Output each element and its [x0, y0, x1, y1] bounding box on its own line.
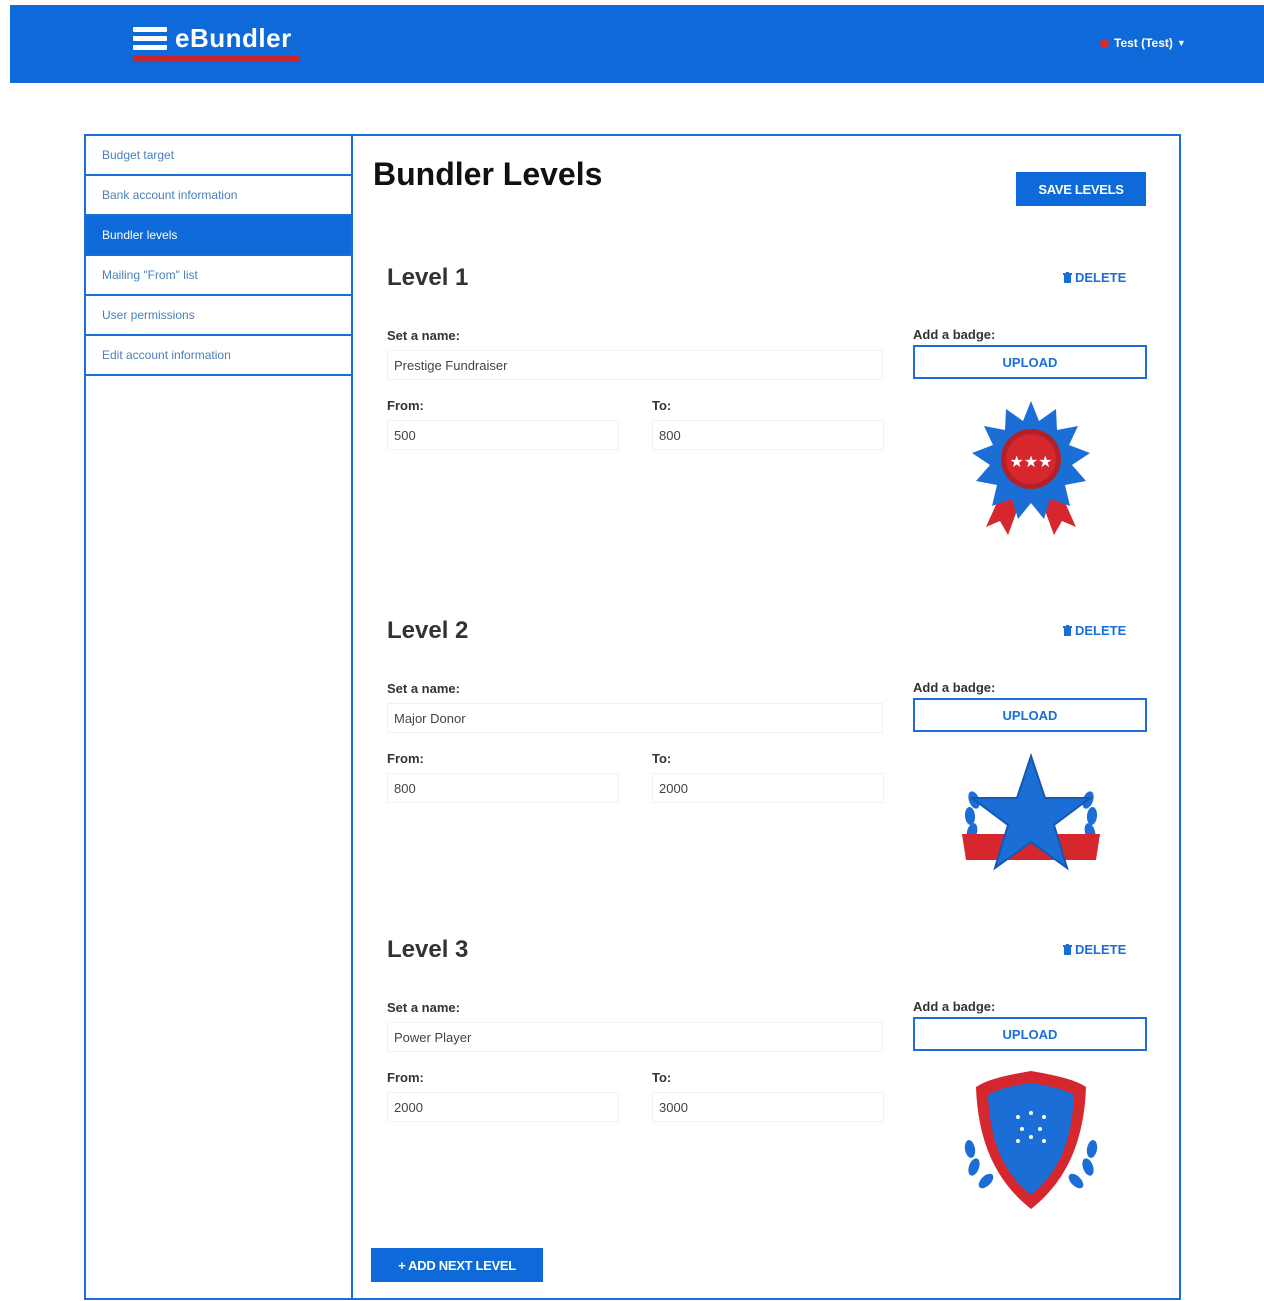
- delete-label: DELETE: [1075, 623, 1127, 638]
- menu-icon: [133, 26, 167, 51]
- delete-level-button[interactable]: DELETE: [1063, 623, 1126, 638]
- star-laurel-icon: [962, 752, 1100, 871]
- app-name: eBundler: [175, 23, 292, 53]
- ribbon-medal-icon: ★★★: [972, 401, 1090, 535]
- from-label: From:: [387, 751, 424, 766]
- from-input[interactable]: [387, 420, 619, 450]
- to-label: To:: [652, 1070, 672, 1085]
- sidebar-item-bank-account[interactable]: Bank account information: [86, 176, 351, 216]
- level-card: Level 2 DELETE Set a name: From: To: Add…: [371, 603, 1163, 933]
- logo-underline: [133, 56, 299, 61]
- main-content: Bundler Levels SAVE LEVELS Level 1 DELET…: [355, 136, 1179, 1298]
- page-title: Bundler Levels: [373, 156, 603, 192]
- app-logo[interactable]: eBundler: [133, 23, 292, 54]
- delete-label: DELETE: [1075, 942, 1127, 957]
- to-label: To:: [652, 751, 672, 766]
- sidebar-item-budget-target[interactable]: Budget target: [86, 136, 351, 176]
- badge-label: Add a badge:: [913, 680, 996, 695]
- upload-badge-button[interactable]: UPLOAD: [913, 345, 1147, 379]
- badge-label: Add a badge:: [913, 999, 996, 1014]
- sidebar: Budget target Bank account information B…: [86, 136, 353, 1298]
- svg-text:★★★: ★★★: [1009, 452, 1052, 471]
- trash-icon: [1063, 625, 1072, 636]
- delete-label: DELETE: [1075, 270, 1127, 285]
- level-card: Level 3 DELETE Set a name: From: To: Add…: [371, 922, 1163, 1252]
- delete-level-button[interactable]: DELETE: [1063, 942, 1126, 957]
- from-input[interactable]: [387, 773, 619, 803]
- sidebar-item-user-permissions[interactable]: User permissions: [86, 296, 351, 336]
- trash-icon: [1063, 272, 1072, 283]
- user-name: Test (Test): [1114, 36, 1173, 50]
- badge-label: Add a badge:: [913, 327, 996, 342]
- name-label: Set a name:: [387, 328, 460, 343]
- user-status-icon: [1100, 38, 1109, 48]
- level-title: Level 3: [387, 936, 469, 963]
- caret-down-icon: ▼: [1176, 38, 1186, 48]
- sidebar-item-bundler-levels[interactable]: Bundler levels: [86, 216, 351, 256]
- content-frame: Budget target Bank account information B…: [84, 134, 1181, 1300]
- level-card: Level 1 DELETE Set a name: From: To: Add…: [371, 250, 1163, 580]
- to-label: To:: [652, 398, 672, 413]
- top-navigation-bar: eBundler Test (Test) ▼: [10, 5, 1264, 83]
- level-name-input[interactable]: [387, 350, 883, 380]
- level-name-input[interactable]: [387, 703, 883, 733]
- save-levels-button[interactable]: SAVE LEVELS: [1016, 172, 1146, 206]
- name-label: Set a name:: [387, 1000, 460, 1015]
- level-name-input[interactable]: [387, 1022, 883, 1052]
- delete-level-button[interactable]: DELETE: [1063, 270, 1126, 285]
- from-input[interactable]: [387, 1092, 619, 1122]
- from-label: From:: [387, 1070, 424, 1085]
- upload-badge-button[interactable]: UPLOAD: [913, 1017, 1147, 1051]
- shield-laurel-icon: [964, 1071, 1098, 1209]
- to-input[interactable]: [652, 773, 884, 803]
- to-input[interactable]: [652, 420, 884, 450]
- from-label: From:: [387, 398, 424, 413]
- level-title: Level 2: [387, 617, 469, 644]
- upload-badge-button[interactable]: UPLOAD: [913, 698, 1147, 732]
- add-next-level-button[interactable]: + ADD NEXT LEVEL: [371, 1248, 543, 1282]
- level-title: Level 1: [387, 264, 469, 291]
- sidebar-item-mailing-list[interactable]: Mailing "From" list: [86, 256, 351, 296]
- sidebar-item-edit-account[interactable]: Edit account information: [86, 336, 351, 376]
- name-label: Set a name:: [387, 681, 460, 696]
- trash-icon: [1063, 944, 1072, 955]
- to-input[interactable]: [652, 1092, 884, 1122]
- user-menu[interactable]: Test (Test) ▼: [1100, 36, 1186, 50]
